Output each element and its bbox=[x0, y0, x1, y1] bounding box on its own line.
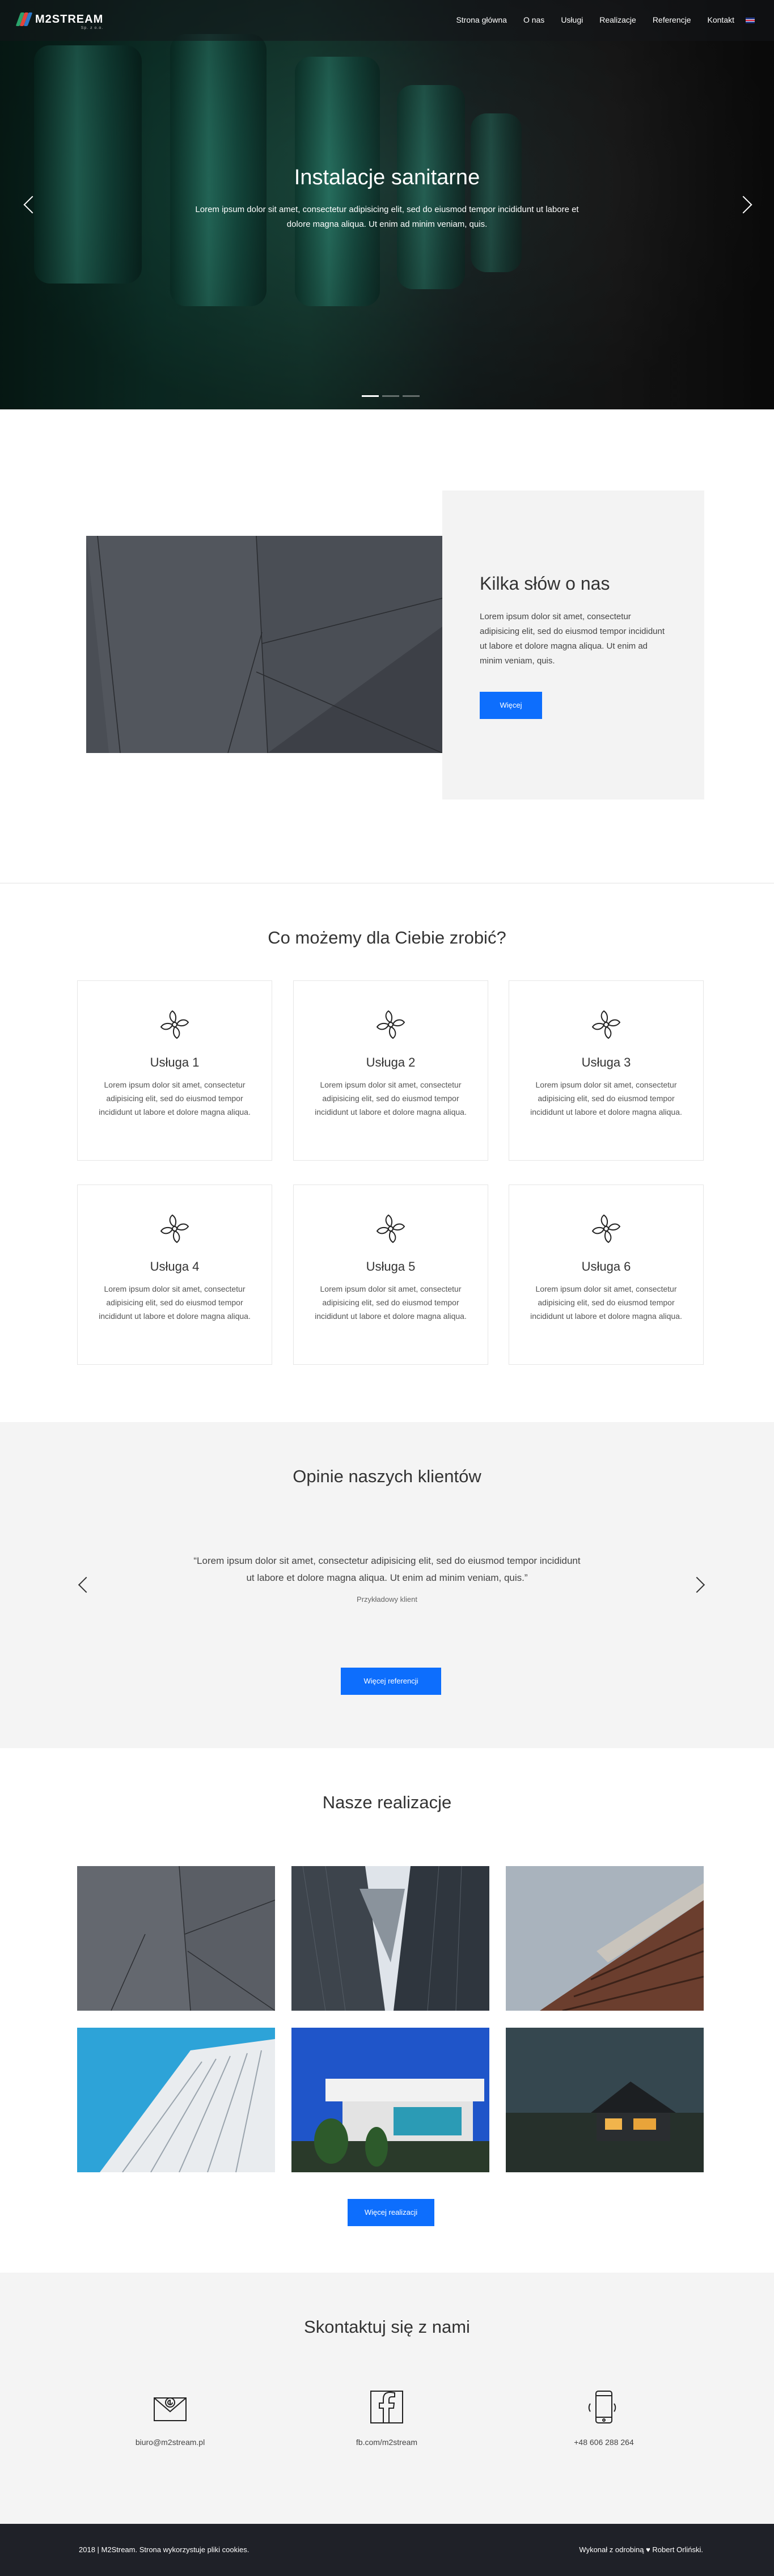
about-card: Kilka słów o nas Lorem ipsum dolor sit a… bbox=[442, 490, 704, 800]
footer-credits: Wykonał z odrobiną ♥ Robert Orliński. bbox=[579, 2545, 703, 2554]
service-title: Usługa 5 bbox=[366, 1259, 416, 1274]
facade-lines bbox=[86, 536, 442, 753]
logo-mark bbox=[15, 12, 33, 27]
service-title: Usługa 4 bbox=[150, 1259, 200, 1274]
hero-slider: Instalacje sanitarne Lorem ipsum dolor s… bbox=[0, 0, 774, 409]
hero-title: Instalacje sanitarne bbox=[294, 166, 480, 189]
fan-icon bbox=[588, 1211, 624, 1247]
testimonial-quote: “Lorem ipsum dolor sit amet, consectetur… bbox=[193, 1555, 581, 1583]
fan-icon bbox=[588, 1006, 624, 1043]
gallery-image[interactable] bbox=[291, 2028, 489, 2172]
footer-copyright: 2018 | M2Stream. Strona wykorzystuje pli… bbox=[79, 2545, 249, 2554]
more-references-button[interactable]: Więcej referencji bbox=[341, 1668, 441, 1695]
service-text: Lorem ipsum dolor sit amet, consectetur … bbox=[530, 1284, 682, 1321]
facebook-icon bbox=[370, 2391, 403, 2423]
service-text: Lorem ipsum dolor sit amet, consectetur … bbox=[530, 1080, 682, 1116]
service-card[interactable]: Usługa 1 Lorem ipsum dolor sit amet, cons… bbox=[77, 980, 272, 1161]
more-realizations-button[interactable]: Więcej realizacji bbox=[348, 2199, 434, 2226]
slider-dot[interactable] bbox=[382, 395, 399, 397]
gallery-modern-house bbox=[291, 2028, 489, 2172]
fan-icon bbox=[157, 1006, 193, 1043]
about-title: Kilka słów o nas bbox=[480, 573, 610, 594]
uk-flag-icon[interactable] bbox=[746, 18, 755, 23]
testimonial-next-icon[interactable] bbox=[688, 1576, 705, 1593]
gallery-skyscrapers bbox=[291, 1866, 489, 2011]
menu-item-realizations[interactable]: Realizacje bbox=[599, 15, 636, 24]
logo-text: M2STREAM bbox=[35, 13, 104, 26]
testimonial-client: Przykładowy klient bbox=[357, 1595, 417, 1604]
phone-icon bbox=[588, 2391, 616, 2423]
gallery-white-building bbox=[77, 2028, 275, 2172]
about-section: Kilka słów o nas Lorem ipsum dolor sit a… bbox=[0, 409, 774, 883]
menu-item-services[interactable]: Usługi bbox=[561, 15, 583, 24]
gallery-facade bbox=[77, 1866, 275, 2011]
menu-item-about[interactable]: O nas bbox=[523, 15, 544, 24]
fan-icon bbox=[373, 1006, 409, 1043]
hero-text: Lorem ipsum dolor sit amet, consectetur … bbox=[195, 205, 579, 229]
service-card[interactable]: Usługa 3 Lorem ipsum dolor sit amet, cons… bbox=[509, 980, 704, 1161]
about-text: Lorem ipsum dolor sit amet, consectetur … bbox=[480, 612, 665, 666]
gallery-brick-building bbox=[506, 1866, 704, 2011]
facebook-text: fb.com/m2stream bbox=[356, 2438, 418, 2447]
service-title: Usługa 3 bbox=[581, 1055, 631, 1069]
email-text: biuro@m2stream.pl bbox=[135, 2438, 205, 2447]
gallery-image[interactable] bbox=[77, 1866, 275, 2011]
realizations-section: Nasze realizacje Więcej realizacji bbox=[0, 1748, 774, 2273]
gallery-image[interactable] bbox=[291, 1866, 489, 2011]
menu-item-references[interactable]: Referencje bbox=[653, 15, 691, 24]
services-section: Co możemy dla Ciebie zrobić? Usługa 1 Lor… bbox=[0, 883, 774, 1422]
logo-subtext: Sp. z o.o. bbox=[81, 26, 104, 30]
contact-title: Skontaktuj się z nami bbox=[304, 2317, 470, 2337]
realizations-title: Nasze realizacje bbox=[322, 1792, 452, 1812]
testimonials-section: Opinie naszych klientów “Lorem ipsum dol… bbox=[0, 1422, 774, 1748]
testimonial-prev-icon[interactable] bbox=[78, 1576, 95, 1593]
slider-dot[interactable] bbox=[403, 395, 420, 397]
slider-dot[interactable] bbox=[362, 395, 379, 397]
testimonials-title: Opinie naszych klientów bbox=[293, 1466, 481, 1486]
gallery-image[interactable] bbox=[506, 2028, 704, 2172]
service-title: Usługa 6 bbox=[581, 1259, 631, 1274]
top-navbar: M2STREAM Sp. z o.o. Strona główna O nas … bbox=[0, 0, 774, 41]
service-title: Usługa 2 bbox=[366, 1055, 416, 1069]
main-menu: Strona główna O nas Usługi Realizacje Re… bbox=[439, 15, 734, 24]
footer: 2018 | M2Stream. Strona wykorzystuje pli… bbox=[0, 2524, 774, 2576]
service-text: Lorem ipsum dolor sit amet, consectetur … bbox=[99, 1080, 251, 1116]
gallery-image[interactable] bbox=[77, 2028, 275, 2172]
contact-email[interactable]: biuro@m2stream.pl bbox=[85, 2389, 255, 2447]
service-text: Lorem ipsum dolor sit amet, consectetur … bbox=[315, 1284, 467, 1321]
service-card[interactable]: Usługa 2 Lorem ipsum dolor sit amet, cons… bbox=[293, 980, 488, 1161]
menu-item-home[interactable]: Strona główna bbox=[456, 15, 507, 24]
menu-item-contact[interactable]: Kontakt bbox=[708, 15, 734, 24]
fan-icon bbox=[373, 1211, 409, 1247]
service-text: Lorem ipsum dolor sit amet, consectetur … bbox=[315, 1080, 467, 1116]
service-title: Usługa 1 bbox=[150, 1055, 200, 1069]
gallery-image[interactable] bbox=[506, 1866, 704, 2011]
about-image bbox=[86, 536, 442, 753]
gallery-house-evening bbox=[506, 2028, 704, 2172]
contact-phone[interactable]: +48 606 288 264 bbox=[519, 2389, 689, 2447]
contact-facebook[interactable]: fb.com/m2stream bbox=[302, 2389, 472, 2447]
service-text: Lorem ipsum dolor sit amet, consectetur … bbox=[99, 1284, 251, 1321]
service-card[interactable]: Usługa 4 Lorem ipsum dolor sit amet, cons… bbox=[77, 1185, 272, 1365]
service-card[interactable]: Usługa 6 Lorem ipsum dolor sit amet, cons… bbox=[509, 1185, 704, 1365]
fan-icon bbox=[157, 1211, 193, 1247]
services-title: Co możemy dla Ciebie zrobić? bbox=[268, 928, 506, 948]
contact-section: Skontaktuj się z nami biuro@m2stream.pl … bbox=[0, 2273, 774, 2524]
email-icon bbox=[154, 2397, 187, 2421]
phone-text: +48 606 288 264 bbox=[574, 2438, 634, 2447]
service-card[interactable]: Usługa 5 Lorem ipsum dolor sit amet, cons… bbox=[293, 1185, 488, 1365]
about-more-button[interactable]: Więcej bbox=[480, 692, 542, 719]
slider-dots bbox=[362, 395, 423, 397]
logo[interactable]: M2STREAM Sp. z o.o. bbox=[15, 12, 104, 30]
